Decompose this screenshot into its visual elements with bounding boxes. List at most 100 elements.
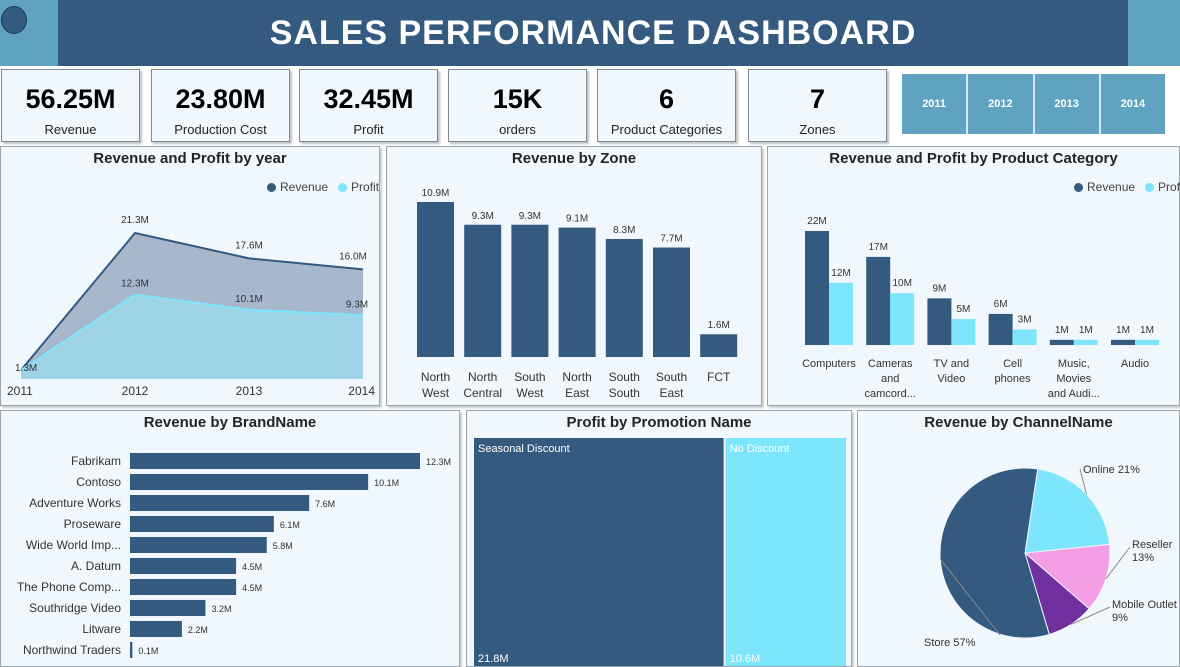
x-tick-label: South — [656, 370, 687, 384]
tile-label: No Discount — [730, 443, 790, 455]
data-label-profit: 5M — [956, 304, 970, 315]
y-tick-label: Litware — [82, 622, 121, 636]
treemap-tile — [474, 438, 724, 666]
data-label: 4.5M — [242, 583, 262, 593]
data-label-profit: 12M — [831, 268, 850, 279]
data-label-profit: 1M — [1079, 325, 1093, 336]
x-tick-label: and Audi... — [1048, 388, 1100, 400]
panel-revenue-profit-by-category[interactable]: Revenue and Profit by Product Category R… — [767, 146, 1180, 406]
slice-label: 9% — [1112, 612, 1128, 624]
header-title-bar: SALES PERFORMANCE DASHBOARD — [58, 0, 1128, 66]
tile-label: Seasonal Discount — [478, 443, 570, 455]
data-label: 1.6M — [708, 320, 730, 331]
x-tick-label: West — [422, 386, 450, 400]
data-label-profit: 12.3M — [121, 279, 149, 290]
kpi-value: 6 — [658, 84, 675, 114]
bar — [130, 579, 237, 595]
year-button-2013[interactable]: 2013 — [1035, 74, 1101, 134]
data-label: 8.3M — [613, 225, 635, 236]
slice-label: Online 21% — [1083, 464, 1140, 476]
clustered-bar-chart: 22M 12M Computers 17M 10M Cameras and camcord..… — [802, 216, 1159, 400]
bar — [130, 621, 182, 637]
data-label-revenue: 1M — [1116, 325, 1130, 336]
panel-revenue-profit-by-year[interactable]: Revenue and Profit by year Revenue Profi… — [0, 146, 380, 406]
panel-revenue-by-channel[interactable]: Revenue by ChannelName Online 21% Reselle… — [857, 410, 1180, 667]
panel-profit-by-promotion[interactable]: Profit by Promotion Name Seasonal Discou… — [466, 410, 852, 667]
kpi-label: Product Categories — [610, 122, 723, 137]
kpi-card-orders[interactable]: 15K orders — [448, 69, 587, 142]
bar-profit — [829, 282, 853, 345]
x-tick-label: West — [516, 386, 544, 400]
kpi-value: 7 — [809, 84, 826, 114]
kpi-card-zones[interactable]: 7 Zones — [748, 69, 887, 142]
kpi-card-product-categories[interactable]: 6 Product Categories — [597, 69, 736, 142]
x-tick-label: East — [659, 386, 684, 400]
kpi-card-profit[interactable]: 32.45M Profit — [299, 69, 438, 142]
x-tick-label: North — [421, 370, 450, 384]
bar — [700, 334, 738, 357]
pie-chart: Online 21% Reseller13% Mobile Outlet9% Stor… — [924, 464, 1177, 649]
x-tick-label: FCT — [707, 370, 731, 384]
x-tick-label: Central — [463, 386, 502, 400]
kpi-label: Revenue — [44, 122, 97, 137]
bar — [417, 202, 454, 357]
y-tick-label: Proseware — [64, 517, 122, 531]
x-tick-label: Video — [937, 373, 965, 385]
bar — [130, 453, 420, 469]
slice-label: 13% — [1132, 552, 1154, 564]
bar — [130, 495, 310, 511]
x-tick-label: 2011 — [7, 384, 33, 398]
kpi-label: Profit — [353, 122, 384, 137]
data-label: 5.8M — [273, 541, 293, 551]
x-tick-label: camcord... — [865, 388, 916, 400]
tile-value: 21.8M — [478, 653, 509, 665]
bar-revenue — [1111, 339, 1135, 345]
data-label-revenue: 9M — [932, 283, 946, 294]
data-label: 0.1M — [138, 646, 158, 656]
x-tick-label: Music, — [1058, 358, 1090, 370]
area-chart: 1.3M 21.3M 17.6M 16.0M 12.3M 10.1M 9.3M 2011 201… — [7, 215, 375, 398]
year-button-2012[interactable]: 2012 — [968, 74, 1035, 134]
data-label-revenue: 17.6M — [235, 240, 263, 251]
bar — [558, 227, 596, 357]
page-title: SALES PERFORMANCE DASHBOARD — [269, 13, 917, 52]
kpi-value: 56.25M — [25, 84, 116, 114]
x-tick-label: phones — [995, 373, 1032, 385]
year-button-2014[interactable]: 2014 — [1101, 74, 1165, 134]
data-label: 10.9M — [422, 188, 450, 199]
kpi-card-revenue[interactable]: 56.25M Revenue — [1, 69, 140, 142]
kpi-value: 32.45M — [323, 84, 414, 114]
treemap-chart: Seasonal Discount 21.8M No Discount 10.6M — [474, 438, 846, 666]
bar — [130, 516, 274, 532]
data-label: 9.3M — [472, 211, 494, 222]
bar-profit — [951, 319, 976, 345]
bar — [130, 642, 133, 658]
bar-revenue — [927, 298, 952, 345]
y-tick-label: A. Datum — [71, 559, 121, 573]
pie-slice — [1024, 468, 1111, 554]
y-tick-label: Fabrikam — [71, 454, 121, 468]
kpi-value: 15K — [492, 84, 543, 114]
kpi-card-production-cost[interactable]: 23.80M Production Cost — [151, 69, 290, 142]
year-button-2011[interactable]: 2011 — [902, 74, 969, 134]
panel-revenue-by-zone[interactable]: Revenue by Zone 10.9M North West 9.3M North C… — [386, 146, 762, 406]
x-tick-label: South — [514, 370, 545, 384]
logo-icon — [1, 6, 27, 34]
panel-revenue-by-brand[interactable]: Revenue by BrandName Fabrikam 12.3M Contos… — [0, 410, 460, 667]
data-label: 12.3M — [426, 457, 451, 467]
kpi-label: Production Cost — [174, 122, 267, 137]
x-tick-label: North — [468, 370, 497, 384]
kpi-label: Zones — [799, 122, 836, 137]
kpi-value: 23.80M — [175, 84, 266, 114]
bar — [511, 224, 549, 357]
data-label: 10.1M — [374, 478, 399, 488]
bar — [130, 600, 206, 616]
y-tick-label: Southridge Video — [29, 601, 121, 615]
y-tick-label: Adventure Works — [29, 496, 121, 510]
data-label: 9.1M — [566, 214, 588, 225]
slice-label: Store 57% — [924, 637, 976, 649]
bar-chart: 10.9M North West 9.3M North Central 9.3M South W… — [417, 188, 738, 400]
data-label-profit: 10M — [892, 278, 911, 289]
data-label-revenue: 17M — [868, 242, 887, 253]
bar-revenue — [988, 313, 1013, 345]
